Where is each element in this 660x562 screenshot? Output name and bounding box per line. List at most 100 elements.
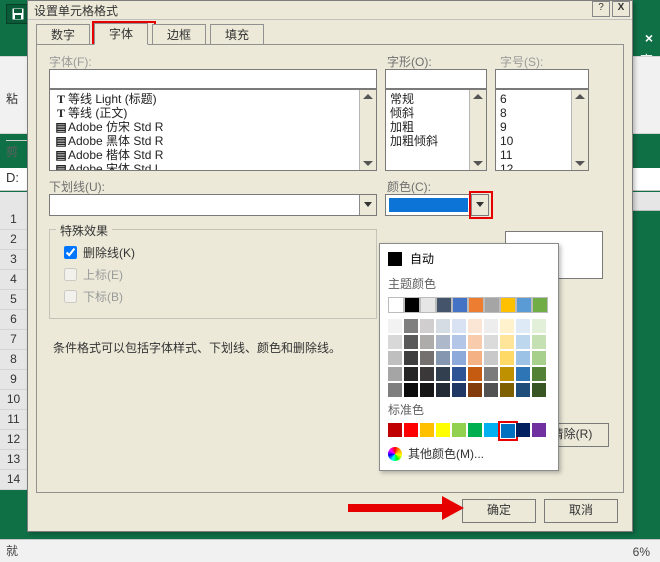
list-item[interactable]: ▤Adobe 楷体 Std R bbox=[54, 148, 376, 162]
cancel-button[interactable]: 取消 bbox=[544, 499, 618, 523]
color-swatch[interactable] bbox=[452, 319, 466, 333]
color-swatch[interactable] bbox=[468, 351, 482, 365]
color-swatch[interactable] bbox=[436, 423, 450, 437]
color-swatch[interactable] bbox=[532, 383, 546, 397]
color-swatch[interactable] bbox=[436, 335, 450, 349]
chevron-down-icon[interactable] bbox=[359, 195, 376, 215]
color-swatch[interactable] bbox=[532, 297, 548, 313]
row-header[interactable]: 10 bbox=[0, 390, 28, 410]
scrollbar[interactable] bbox=[571, 90, 588, 170]
color-swatch[interactable] bbox=[388, 423, 402, 437]
color-swatch[interactable] bbox=[388, 367, 402, 381]
row-header[interactable]: 1 bbox=[0, 210, 28, 230]
color-swatch[interactable] bbox=[436, 367, 450, 381]
color-swatch[interactable] bbox=[484, 351, 498, 365]
color-swatch[interactable] bbox=[452, 383, 466, 397]
row-header[interactable]: 13 bbox=[0, 450, 28, 470]
font-style-input[interactable] bbox=[385, 69, 487, 89]
row-header[interactable]: 2 bbox=[0, 230, 28, 250]
checkbox[interactable] bbox=[64, 246, 77, 259]
color-combo[interactable] bbox=[385, 194, 489, 216]
color-swatch[interactable] bbox=[436, 319, 450, 333]
color-swatch[interactable] bbox=[404, 351, 418, 365]
name-box[interactable]: D: bbox=[6, 170, 19, 188]
color-swatch[interactable] bbox=[468, 319, 482, 333]
color-swatch[interactable] bbox=[532, 335, 546, 349]
row-header[interactable]: 12 bbox=[0, 430, 28, 450]
color-swatch[interactable] bbox=[516, 297, 532, 313]
ok-button[interactable]: 确定 bbox=[462, 499, 536, 523]
color-swatch[interactable] bbox=[420, 351, 434, 365]
close-button[interactable]: X bbox=[612, 1, 630, 17]
more-colors[interactable]: 其他颜色(M)... bbox=[386, 439, 552, 464]
color-swatch[interactable] bbox=[516, 383, 530, 397]
tab-font[interactable]: 字体 bbox=[94, 23, 148, 45]
row-header[interactable]: 11 bbox=[0, 410, 28, 430]
color-swatch[interactable] bbox=[420, 367, 434, 381]
color-swatch[interactable] bbox=[484, 367, 498, 381]
row-header[interactable]: 4 bbox=[0, 270, 28, 290]
color-swatch[interactable] bbox=[500, 335, 514, 349]
color-swatch[interactable] bbox=[420, 383, 434, 397]
color-swatch[interactable] bbox=[516, 319, 530, 333]
color-swatch[interactable] bbox=[500, 351, 514, 365]
color-swatch[interactable] bbox=[500, 383, 514, 397]
color-swatch[interactable] bbox=[420, 319, 434, 333]
color-swatch[interactable] bbox=[484, 383, 498, 397]
chevron-down-icon[interactable] bbox=[471, 195, 488, 215]
color-swatch[interactable] bbox=[484, 335, 498, 349]
color-swatch[interactable] bbox=[404, 319, 418, 333]
color-swatch[interactable] bbox=[484, 423, 498, 437]
superscript-checkbox[interactable]: 上标(E) bbox=[64, 266, 123, 283]
tab-fill[interactable]: 填充 bbox=[210, 24, 264, 44]
help-button[interactable]: ? bbox=[592, 1, 610, 17]
color-swatch[interactable] bbox=[388, 319, 402, 333]
color-swatch[interactable] bbox=[452, 367, 466, 381]
scrollbar[interactable] bbox=[469, 90, 486, 170]
font-name-list[interactable]: T等线 Light (标题) T等线 (正文) ▤Adobe 仿宋 Std R … bbox=[49, 89, 377, 171]
color-swatch[interactable] bbox=[452, 297, 468, 313]
row-header[interactable]: 3 bbox=[0, 250, 28, 270]
color-swatch[interactable] bbox=[484, 319, 498, 333]
dialog-titlebar[interactable]: 设置单元格格式 ? X bbox=[28, 1, 632, 20]
color-swatch[interactable] bbox=[452, 423, 466, 437]
color-swatch[interactable] bbox=[516, 351, 530, 365]
color-swatch[interactable] bbox=[388, 335, 402, 349]
list-item[interactable]: ▤Adobe 黑体 Std R bbox=[54, 134, 376, 148]
color-swatch[interactable] bbox=[532, 351, 546, 365]
color-swatch[interactable] bbox=[532, 367, 546, 381]
color-swatch[interactable] bbox=[404, 423, 418, 437]
color-swatch[interactable] bbox=[452, 335, 466, 349]
row-header[interactable]: 5 bbox=[0, 290, 28, 310]
color-swatch[interactable] bbox=[388, 351, 402, 365]
color-swatch[interactable] bbox=[420, 297, 436, 313]
color-swatch[interactable] bbox=[516, 367, 530, 381]
color-swatch[interactable] bbox=[452, 351, 466, 365]
color-swatch[interactable] bbox=[404, 383, 418, 397]
color-swatch[interactable] bbox=[388, 383, 402, 397]
font-name-input[interactable] bbox=[49, 69, 377, 89]
color-swatch[interactable] bbox=[468, 367, 482, 381]
color-swatch[interactable] bbox=[404, 297, 420, 313]
color-swatch[interactable] bbox=[500, 297, 516, 313]
color-swatch[interactable] bbox=[516, 335, 530, 349]
color-swatch[interactable] bbox=[500, 319, 514, 333]
color-swatch[interactable] bbox=[404, 367, 418, 381]
color-swatch[interactable] bbox=[500, 367, 514, 381]
color-swatch[interactable] bbox=[420, 335, 434, 349]
color-swatch[interactable] bbox=[436, 383, 450, 397]
color-swatch[interactable] bbox=[468, 383, 482, 397]
color-swatch[interactable] bbox=[420, 423, 434, 437]
color-swatch[interactable] bbox=[388, 297, 404, 313]
ribbon-close-icon[interactable]: × bbox=[645, 30, 653, 46]
color-swatch[interactable] bbox=[468, 335, 482, 349]
list-item[interactable]: ▤Adobe 仿宋 Std R bbox=[54, 120, 376, 134]
color-swatch[interactable] bbox=[468, 297, 484, 313]
subscript-checkbox[interactable]: 下标(B) bbox=[64, 288, 123, 305]
underline-combo[interactable] bbox=[49, 194, 377, 216]
font-size-input[interactable] bbox=[495, 69, 589, 89]
strike-checkbox[interactable]: 删除线(K) bbox=[64, 244, 135, 261]
list-item[interactable]: T等线 Light (标题) bbox=[54, 92, 376, 106]
automatic-color[interactable]: 自动 bbox=[386, 248, 552, 273]
tab-border[interactable]: 边框 bbox=[152, 24, 206, 44]
